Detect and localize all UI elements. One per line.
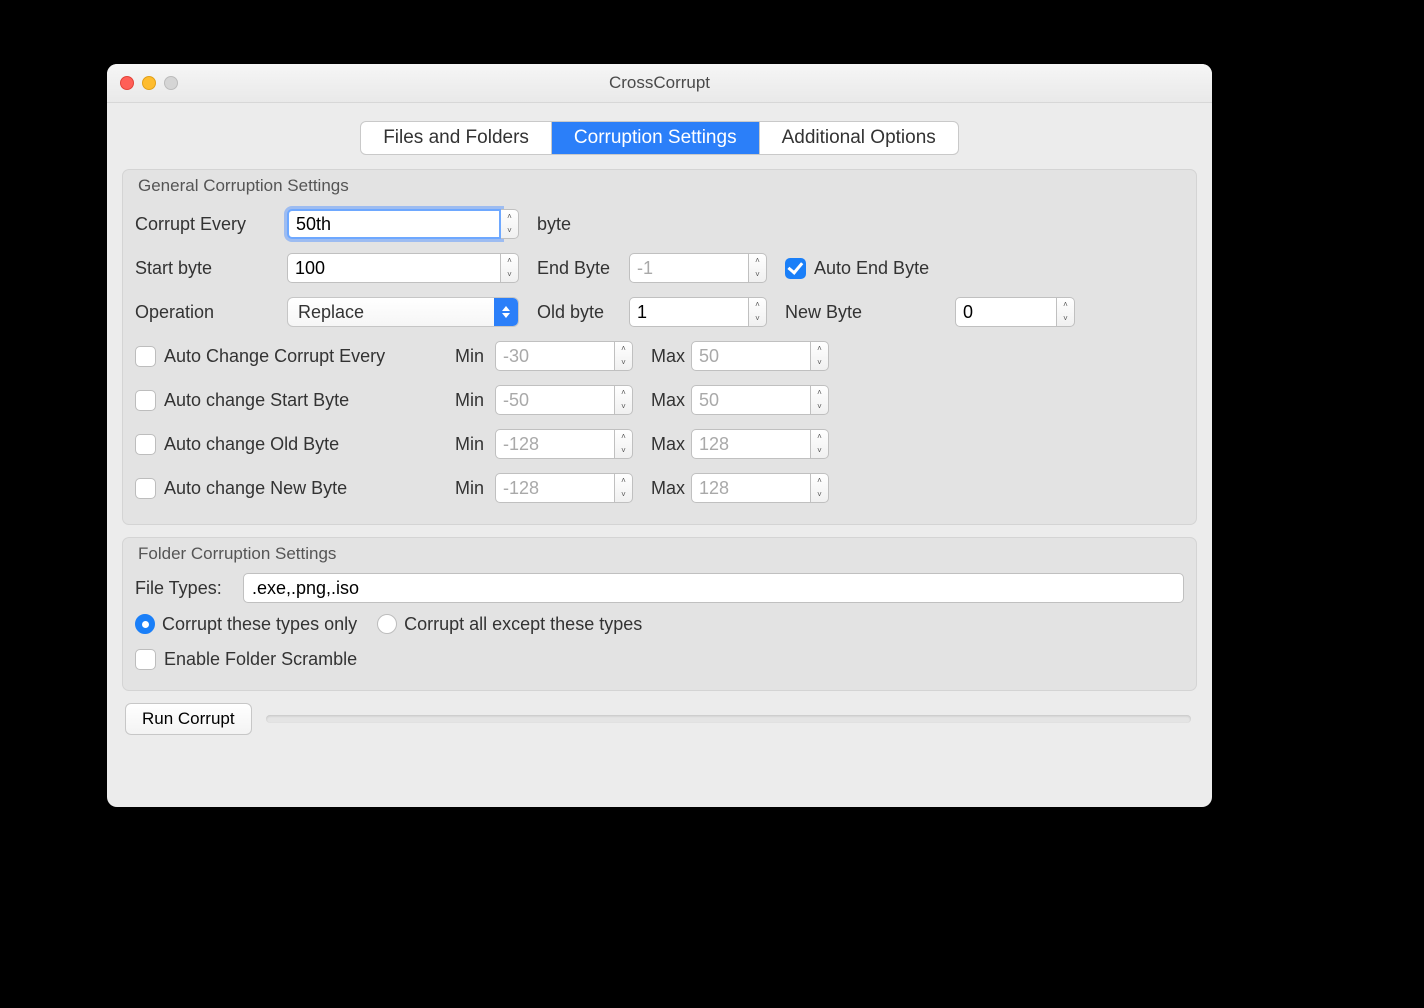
auto-min-input-0[interactable] bbox=[495, 341, 615, 371]
folder-corruption-group: Folder Corruption Settings File Types: C… bbox=[122, 537, 1197, 691]
stepper-buttons[interactable]: ˄˅ bbox=[749, 253, 767, 283]
tab-files-folders[interactable]: Files and Folders bbox=[361, 122, 552, 154]
old-byte-input[interactable] bbox=[629, 297, 749, 327]
auto-min-stepper-2[interactable]: ˄˅ bbox=[495, 429, 633, 459]
old-byte-label: Old byte bbox=[537, 302, 629, 323]
folder-group-title: Folder Corruption Settings bbox=[138, 544, 1184, 564]
auto-max-stepper-0[interactable]: ˄˅ bbox=[691, 341, 829, 371]
auto-checkbox-0[interactable] bbox=[135, 346, 156, 367]
auto-checkbox-3[interactable] bbox=[135, 478, 156, 499]
auto-min-stepper-3[interactable]: ˄˅ bbox=[495, 473, 633, 503]
file-types-input[interactable] bbox=[243, 573, 1184, 603]
auto-end-byte-checkbox[interactable] bbox=[785, 258, 806, 279]
min-label: Min bbox=[455, 390, 495, 411]
stepper-buttons[interactable]: ˄˅ bbox=[811, 473, 829, 503]
start-byte-input[interactable] bbox=[287, 253, 501, 283]
auto-label-1: Auto change Start Byte bbox=[164, 390, 349, 411]
max-label: Max bbox=[651, 478, 691, 499]
operation-select[interactable]: Replace bbox=[287, 297, 519, 327]
corrupt-every-label: Corrupt Every bbox=[135, 214, 287, 235]
tab-bar: Files and Folders Corruption Settings Ad… bbox=[360, 121, 959, 155]
old-byte-stepper[interactable]: ˄˅ bbox=[629, 297, 767, 327]
operation-value: Replace bbox=[288, 302, 494, 323]
auto-max-stepper-2[interactable]: ˄˅ bbox=[691, 429, 829, 459]
auto-max-stepper-1[interactable]: ˄˅ bbox=[691, 385, 829, 415]
auto-min-stepper-0[interactable]: ˄˅ bbox=[495, 341, 633, 371]
auto-label-2: Auto change Old Byte bbox=[164, 434, 339, 455]
auto-max-stepper-3[interactable]: ˄˅ bbox=[691, 473, 829, 503]
progress-bar bbox=[266, 715, 1191, 723]
stepper-buttons[interactable]: ˄˅ bbox=[811, 341, 829, 371]
chevron-updown-icon bbox=[494, 298, 518, 326]
min-label: Min bbox=[455, 434, 495, 455]
auto-checkbox-1[interactable] bbox=[135, 390, 156, 411]
titlebar: CrossCorrupt bbox=[107, 64, 1212, 103]
stepper-buttons[interactable]: ˄˅ bbox=[501, 253, 519, 283]
stepper-buttons[interactable]: ˄˅ bbox=[501, 209, 519, 239]
enable-folder-scramble-checkbox[interactable] bbox=[135, 649, 156, 670]
auto-min-stepper-1[interactable]: ˄˅ bbox=[495, 385, 633, 415]
start-byte-stepper[interactable]: ˄˅ bbox=[287, 253, 519, 283]
auto-min-input-2[interactable] bbox=[495, 429, 615, 459]
auto-max-input-2[interactable] bbox=[691, 429, 811, 459]
stepper-buttons[interactable]: ˄˅ bbox=[615, 429, 633, 459]
end-byte-stepper[interactable]: ˄˅ bbox=[629, 253, 767, 283]
stepper-buttons[interactable]: ˄˅ bbox=[615, 473, 633, 503]
max-label: Max bbox=[651, 346, 691, 367]
start-byte-label: Start byte bbox=[135, 258, 287, 279]
end-byte-input[interactable] bbox=[629, 253, 749, 283]
run-corrupt-button[interactable]: Run Corrupt bbox=[125, 703, 252, 735]
auto-min-input-3[interactable] bbox=[495, 473, 615, 503]
tab-corruption-settings[interactable]: Corruption Settings bbox=[552, 122, 760, 154]
file-types-label: File Types: bbox=[135, 578, 243, 599]
auto-min-input-1[interactable] bbox=[495, 385, 615, 415]
operation-label: Operation bbox=[135, 302, 287, 323]
min-label: Min bbox=[455, 346, 495, 367]
radio-corrupt-only-label: Corrupt these types only bbox=[162, 614, 357, 635]
min-label: Min bbox=[455, 478, 495, 499]
auto-label-0: Auto Change Corrupt Every bbox=[164, 346, 385, 367]
stepper-buttons[interactable]: ˄˅ bbox=[1057, 297, 1075, 327]
stepper-buttons[interactable]: ˄˅ bbox=[615, 341, 633, 371]
max-label: Max bbox=[651, 390, 691, 411]
enable-folder-scramble-label: Enable Folder Scramble bbox=[164, 649, 357, 670]
end-byte-label: End Byte bbox=[537, 258, 629, 279]
auto-max-input-0[interactable] bbox=[691, 341, 811, 371]
general-group-title: General Corruption Settings bbox=[138, 176, 1184, 196]
auto-label-3: Auto change New Byte bbox=[164, 478, 347, 499]
corrupt-every-input[interactable] bbox=[287, 209, 501, 239]
auto-max-input-1[interactable] bbox=[691, 385, 811, 415]
auto-checkbox-2[interactable] bbox=[135, 434, 156, 455]
app-window: CrossCorrupt Files and Folders Corruptio… bbox=[107, 64, 1212, 807]
general-corruption-group: General Corruption Settings Corrupt Ever… bbox=[122, 169, 1197, 525]
auto-end-byte-label: Auto End Byte bbox=[814, 258, 929, 279]
new-byte-label: New Byte bbox=[785, 302, 955, 323]
stepper-buttons[interactable]: ˄˅ bbox=[615, 385, 633, 415]
stepper-buttons[interactable]: ˄˅ bbox=[811, 385, 829, 415]
auto-max-input-3[interactable] bbox=[691, 473, 811, 503]
max-label: Max bbox=[651, 434, 691, 455]
window-title: CrossCorrupt bbox=[107, 73, 1212, 93]
corrupt-every-stepper[interactable]: ˄˅ bbox=[287, 209, 519, 239]
radio-corrupt-except[interactable] bbox=[377, 614, 397, 634]
stepper-buttons[interactable]: ˄˅ bbox=[749, 297, 767, 327]
radio-corrupt-except-label: Corrupt all except these types bbox=[404, 614, 642, 635]
tab-additional-options[interactable]: Additional Options bbox=[760, 122, 958, 154]
stepper-buttons[interactable]: ˄˅ bbox=[811, 429, 829, 459]
byte-label: byte bbox=[537, 214, 571, 235]
radio-corrupt-only[interactable] bbox=[135, 614, 155, 634]
new-byte-input[interactable] bbox=[955, 297, 1057, 327]
new-byte-stepper[interactable]: ˄˅ bbox=[955, 297, 1075, 327]
